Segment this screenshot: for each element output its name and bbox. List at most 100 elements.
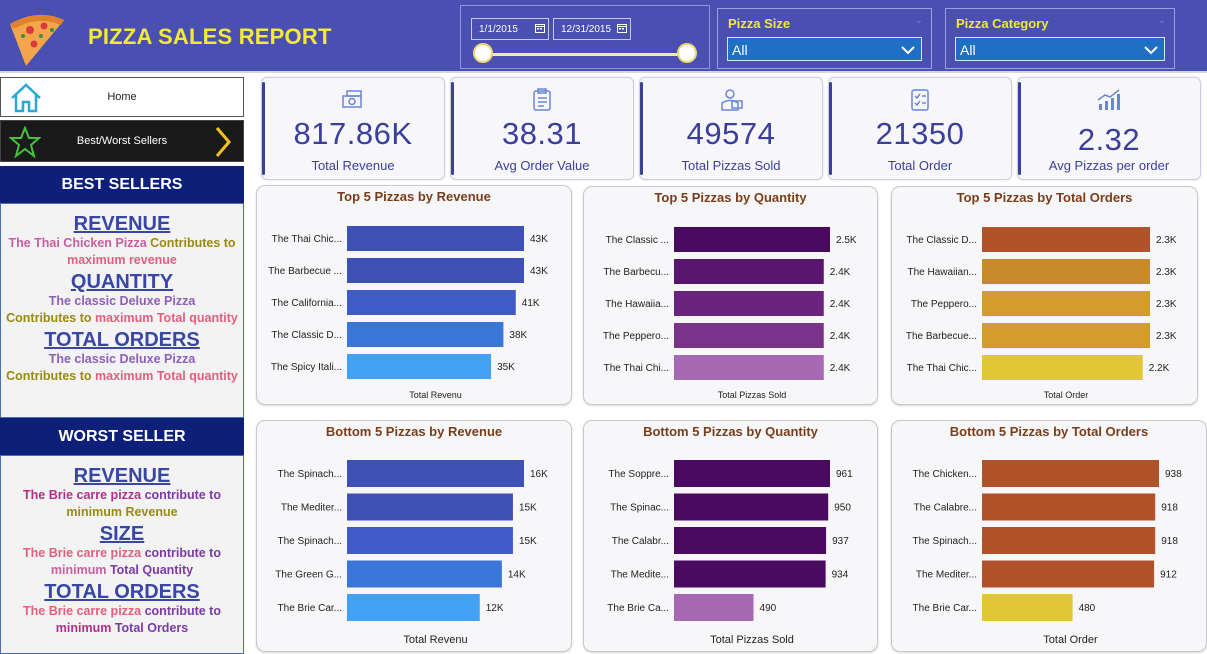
bar[interactable] [982, 355, 1143, 380]
bar[interactable] [674, 560, 826, 588]
data-label: 2.4K [830, 299, 851, 310]
bar[interactable] [674, 355, 824, 380]
bar[interactable] [674, 259, 824, 284]
bar-chart-plot: The Thai Chic... 43K The Barbecue ... 43K Th… [268, 226, 548, 400]
worst-revenue-heading[interactable]: REVENUE [1, 465, 243, 487]
data-label: 2.4K [830, 267, 851, 278]
category-label: The Calabr... [612, 536, 669, 547]
data-label: 15K [519, 536, 537, 547]
bar[interactable] [982, 291, 1150, 316]
category-label: The Chicken... [913, 469, 977, 480]
kpi-label: Total Pizzas Sold [681, 158, 781, 173]
date-slider-start-handle[interactable] [473, 43, 493, 63]
collapse-chevron-icon[interactable]: ⌄ [1158, 15, 1166, 26]
calendar-icon[interactable] [535, 23, 545, 33]
best-quantity-text: Contributes to [6, 311, 96, 325]
category-label: The Spinac... [610, 503, 669, 514]
bar-chart-plot: The Soppre... 961 The Spinac... 950 The Cala… [607, 460, 853, 646]
bar[interactable] [347, 493, 513, 521]
category-label: The Brie Car... [278, 603, 342, 614]
category-label: The Green G... [275, 570, 342, 581]
best-quantity-heading[interactable]: QUANTITY [1, 271, 243, 293]
bar[interactable] [674, 291, 824, 316]
category-label: The Classic D... [906, 235, 977, 246]
data-label: 490 [760, 603, 777, 614]
data-label: 2.4K [830, 363, 851, 374]
bar[interactable] [347, 460, 524, 487]
kpi-label: Avg Order Value [494, 158, 590, 173]
bar[interactable] [982, 259, 1150, 284]
worst-revenue-pizza: The Brie carre pizza [23, 488, 142, 502]
chart-bottom-orders: Bottom 5 Pizzas by Total Orders The Chic… [891, 420, 1207, 652]
bar[interactable] [674, 527, 827, 554]
best-sellers-panel: REVENUE The Thai Chicken Pizza Contribut… [0, 203, 244, 418]
best-revenue-heading[interactable]: REVENUE [1, 213, 243, 235]
worst-size-heading[interactable]: SIZE [1, 523, 243, 545]
start-date-input[interactable]: 1/1/2015 [471, 18, 549, 40]
chevron-down-icon [1144, 46, 1158, 55]
kpi-total-order: 21350 Total Order [828, 77, 1012, 180]
bar[interactable] [347, 560, 502, 588]
category-label: The Classic ... [606, 235, 669, 246]
bar[interactable] [674, 227, 830, 252]
bar[interactable] [982, 594, 1073, 621]
data-label: 938 [1165, 469, 1182, 480]
kpi-avg-order-value: 38.31 Avg Order Value [450, 77, 634, 180]
category-label: The Spinach... [278, 536, 342, 547]
bar[interactable] [982, 493, 1156, 521]
bar[interactable] [347, 354, 492, 379]
bar[interactable] [347, 258, 524, 283]
report-header: PIZZA SALES REPORT 1/1/2015 12/31/2015 P… [0, 0, 1207, 73]
bar[interactable] [674, 323, 824, 348]
worst-seller-title: WORST SELLER [0, 418, 244, 455]
bar[interactable] [982, 323, 1150, 348]
pizza-category-dropdown[interactable]: All [955, 37, 1165, 61]
collapse-chevron-icon[interactable]: ⌄ [915, 15, 923, 26]
bar[interactable] [674, 594, 754, 621]
nav-home-button[interactable]: Home [0, 77, 244, 117]
x-axis-label: Total Order [1044, 390, 1089, 400]
growth-chart-icon [1097, 89, 1120, 110]
bar[interactable] [347, 322, 504, 347]
bar[interactable] [674, 493, 829, 521]
worst-size-text-2a: minimum [50, 563, 107, 577]
end-date-input[interactable]: 12/31/2015 [553, 18, 631, 40]
category-label: The Thai Chic... [907, 363, 977, 374]
data-label: 480 [1079, 603, 1096, 614]
kpi-value: 817.86K [293, 116, 413, 151]
category-label: The Brie Car... [913, 603, 977, 614]
bar[interactable] [982, 227, 1150, 252]
calendar-icon[interactable] [617, 23, 627, 33]
clipboard-icon [533, 88, 551, 111]
worst-orders-heading[interactable]: TOTAL ORDERS [1, 581, 243, 603]
category-label: The California... [271, 298, 342, 309]
bar[interactable] [347, 290, 516, 315]
category-label: The Spinach... [913, 536, 977, 547]
bar[interactable] [347, 594, 480, 621]
pizza-size-dropdown[interactable]: All [727, 37, 922, 61]
best-revenue-text: Contributes to [146, 236, 236, 250]
kpi-value: 2.32 [1077, 122, 1141, 157]
kpi-label: Avg Pizzas per order [1048, 158, 1170, 173]
bar[interactable] [674, 460, 830, 487]
bar[interactable] [982, 560, 1155, 588]
data-label: 918 [1161, 503, 1178, 514]
pizza-size-slicer: Pizza Size ⌄ All [717, 8, 932, 69]
best-orders-text: Contributes to [6, 369, 96, 383]
pizza-category-label: Pizza Category [956, 16, 1049, 31]
best-orders-heading[interactable]: TOTAL ORDERS [1, 329, 243, 351]
bar-chart-plot: The Classic D... 2.3K The Hawaiian... 2.3K T… [906, 227, 1177, 400]
data-label: 918 [1161, 536, 1178, 547]
bar[interactable] [982, 460, 1159, 487]
nav-best-worst-button[interactable]: Best/Worst Sellers [0, 120, 244, 162]
category-label: The Brie Ca... [607, 603, 669, 614]
bar[interactable] [982, 527, 1156, 554]
x-axis-label: Total Revenu [409, 390, 462, 400]
date-slider-end-handle[interactable] [677, 43, 697, 63]
bar[interactable] [347, 226, 524, 251]
best-sellers-title: BEST SELLERS [0, 166, 244, 203]
bar-chart-plot: The Classic ... 2.5K The Barbecu... 2.4K The… [603, 227, 857, 400]
chart-top-revenue: Top 5 Pizzas by Revenue The Thai Chic...… [256, 185, 572, 405]
date-slider-track[interactable] [482, 53, 687, 56]
bar[interactable] [347, 527, 513, 554]
